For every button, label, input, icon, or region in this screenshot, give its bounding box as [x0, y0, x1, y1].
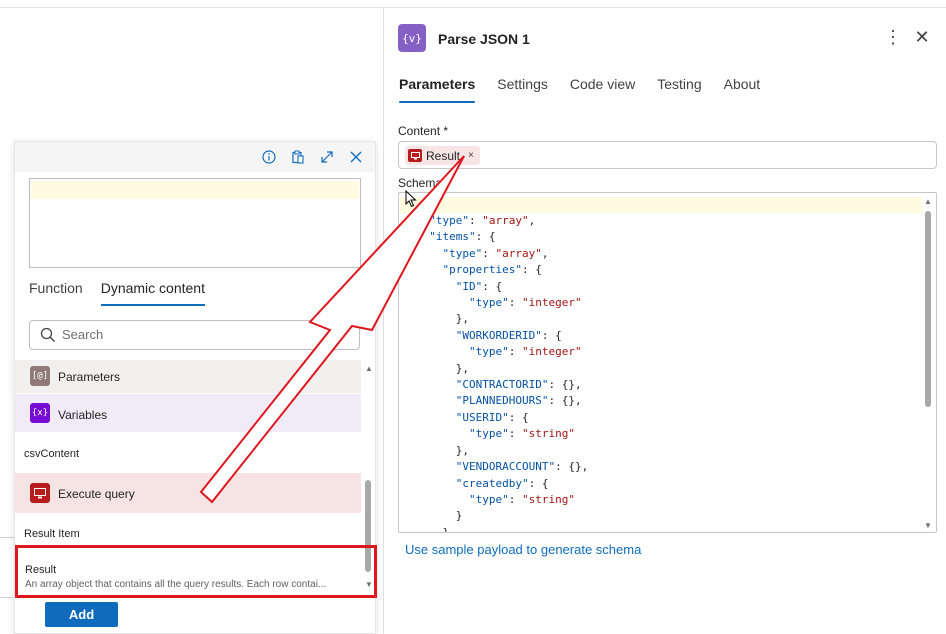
- section-result-item[interactable]: Result Item: [24, 528, 80, 540]
- remove-token-icon[interactable]: ×: [468, 150, 474, 161]
- schema-code[interactable]: "type": "array", "items": { "type": "arr…: [416, 213, 588, 532]
- popup-tabs: Function Dynamic content: [29, 280, 206, 306]
- content-label: Content *: [398, 124, 449, 138]
- expand-icon[interactable]: [318, 148, 336, 166]
- token-label: Result: [426, 148, 461, 163]
- action-details-panel: {v} Parse JSON 1 ⋮ ✕ Parameters Settings…: [383, 8, 946, 634]
- parameters-icon: [@]: [30, 366, 50, 386]
- list-item-parameters[interactable]: [@] Parameters: [15, 360, 361, 393]
- result-description: An array object that contains all the qu…: [25, 579, 327, 590]
- tab-about[interactable]: About: [724, 76, 761, 100]
- list-item-result[interactable]: Result An array object that contains all…: [15, 545, 377, 598]
- current-line-highlight: [31, 181, 359, 199]
- list-item-label: Variables: [58, 408, 108, 422]
- variables-icon: {x}: [30, 403, 50, 423]
- add-button[interactable]: Add: [45, 602, 118, 627]
- close-panel-button[interactable]: ✕: [912, 26, 932, 48]
- sample-payload-link[interactable]: Use sample payload to generate schema: [405, 542, 641, 557]
- designer-canvas: {v} Parse JSON 1 ⋮ ✕ Parameters Settings…: [0, 0, 946, 634]
- scroll-up-icon[interactable]: ▲: [924, 197, 932, 206]
- schema-label: Schema *: [398, 176, 451, 190]
- result-title: Result: [25, 564, 57, 576]
- search-input[interactable]: [62, 327, 342, 342]
- dynamic-content-popup: Function Dynamic content [@] Parameters …: [14, 141, 377, 634]
- scroll-up-icon[interactable]: ▲: [365, 364, 373, 373]
- more-options-button[interactable]: ⋮: [884, 26, 902, 48]
- tab-testing[interactable]: Testing: [657, 76, 701, 100]
- scroll-down-icon[interactable]: ▼: [924, 521, 932, 530]
- paste-icon[interactable]: [289, 148, 307, 166]
- mouse-cursor-icon: [405, 190, 417, 208]
- canvas-divider: [0, 537, 14, 538]
- popup-toolbar: [15, 142, 375, 172]
- list-item-execute-query[interactable]: Execute query: [15, 473, 361, 513]
- section-csvcontent[interactable]: csvContent: [24, 448, 79, 460]
- list-item-variables[interactable]: {x} Variables: [15, 394, 361, 432]
- tab-code-view[interactable]: Code view: [570, 76, 635, 100]
- tab-function[interactable]: Function: [29, 280, 83, 304]
- tab-parameters[interactable]: Parameters: [399, 76, 476, 103]
- result-token[interactable]: Result ×: [405, 146, 480, 165]
- info-icon[interactable]: [260, 148, 278, 166]
- list-item-label: Execute query: [58, 487, 135, 501]
- action-title[interactable]: Parse JSON 1: [438, 31, 530, 47]
- tab-settings[interactable]: Settings: [497, 76, 548, 100]
- sql-query-icon: [30, 483, 50, 503]
- expression-textarea[interactable]: [29, 178, 361, 268]
- schema-scrollbar[interactable]: ▲ ▼: [923, 197, 933, 531]
- current-line-highlight: [400, 197, 922, 213]
- sql-query-icon: [408, 149, 422, 162]
- search-box[interactable]: [29, 320, 360, 350]
- search-icon: [40, 327, 55, 342]
- content-field[interactable]: Result ×: [398, 141, 937, 169]
- scroll-thumb[interactable]: [925, 211, 931, 407]
- close-icon[interactable]: [347, 148, 365, 166]
- tab-dynamic-content[interactable]: Dynamic content: [100, 280, 206, 306]
- parse-json-action-icon: {v}: [398, 24, 426, 52]
- canvas-divider: [0, 597, 14, 598]
- panel-tabs: Parameters Settings Code view Testing Ab…: [399, 76, 761, 103]
- list-item-label: Parameters: [58, 370, 121, 384]
- schema-editor[interactable]: "type": "array", "items": { "type": "arr…: [398, 192, 937, 533]
